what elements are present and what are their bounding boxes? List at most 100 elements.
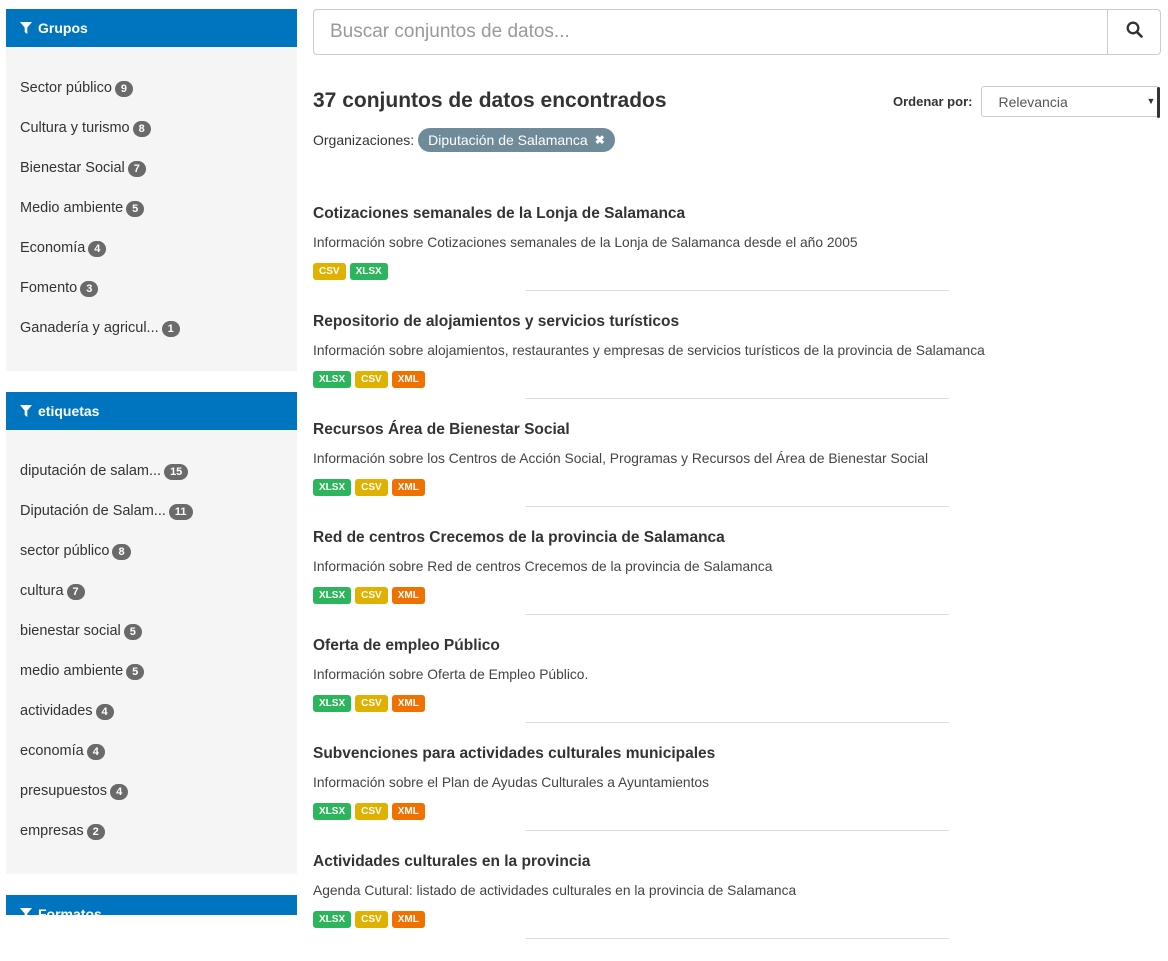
facet-item[interactable]: Economía 4 [20, 228, 297, 268]
dataset-description: Información sobre alojamientos, restaura… [313, 343, 985, 358]
divider [525, 614, 949, 615]
filter-icon [20, 908, 32, 915]
format-labels: XLSX CSV XML [313, 695, 425, 712]
dataset-description: Información sobre Oferta de Empleo Públi… [313, 667, 589, 682]
filter-icon [20, 405, 32, 417]
format-badge[interactable]: XML [391, 695, 425, 712]
format-badge[interactable]: XML [391, 803, 425, 820]
filter-icon [20, 22, 32, 34]
facet-item[interactable]: bienestar social 5 [20, 611, 297, 651]
sort-select[interactable]: Relevancia ▼ [981, 86, 1161, 118]
facet-item[interactable]: sector público 8 [20, 531, 297, 571]
facet-item[interactable]: Diputación de Salam... 11 [20, 491, 297, 531]
dataset-list: Cotizaciones semanales de la Lonja de Sa… [313, 204, 1161, 960]
facet-list: Sector público 9 Cultura y turismo 8 Bienest… [6, 47, 297, 371]
dataset-item: Repositorio de alojamientos y servicios … [313, 312, 1161, 420]
format-badge[interactable]: XLSX [313, 371, 352, 388]
dataset-title-link[interactable]: Recursos Área de Bienestar Social [313, 421, 570, 439]
count-badge: 2 [86, 824, 105, 840]
format-badge[interactable]: CSV [313, 263, 346, 280]
divider [525, 830, 949, 831]
facet-item[interactable]: Cultura y turismo 8 [20, 108, 297, 148]
format-badge[interactable]: XML [391, 911, 425, 928]
result-count: 37 conjuntos de datos encontrados [313, 89, 667, 112]
facet-item[interactable]: Bienestar Social 7 [20, 148, 297, 188]
format-labels: XLSX CSV XML [313, 911, 425, 928]
format-badge[interactable]: XLSX [313, 587, 352, 604]
facet-item-label: medio ambiente [20, 663, 124, 679]
format-badge[interactable]: XLSX [313, 911, 352, 928]
count-badge: 9 [114, 81, 134, 97]
facet-item-label: diputación de salam... [20, 463, 162, 479]
format-labels: XLSX CSV XML [313, 371, 425, 388]
format-badge[interactable]: CSV [355, 479, 388, 496]
dataset-title-link[interactable]: Actividades culturales en la provincia [313, 853, 590, 871]
facet-item[interactable]: Ganadería y agricul... 1 [20, 308, 297, 348]
facet-title: etiquetas [38, 403, 100, 419]
facet-item-label: cultura [20, 583, 64, 599]
format-badge[interactable]: CSV [355, 371, 388, 388]
count-badge: 3 [80, 281, 99, 297]
dataset-item: Subvenciones para actividades culturales… [313, 744, 1161, 852]
facet-header: Grupos [6, 9, 297, 47]
count-badge: 4 [110, 784, 129, 800]
divider [525, 290, 949, 291]
dataset-item: Recursos Área de Bienestar Social Informa… [313, 420, 1161, 528]
facet-title: Formatos [38, 906, 102, 915]
facet-item[interactable]: actividades 4 [20, 691, 297, 731]
format-badge[interactable]: CSV [355, 803, 388, 820]
dataset-title-link[interactable]: Oferta de empleo Público [313, 637, 500, 655]
facet-item[interactable]: Fomento 3 [20, 268, 297, 308]
format-badge[interactable]: XLSX [313, 803, 352, 820]
format-badge[interactable]: XLSX [313, 479, 352, 496]
format-badge[interactable]: CSV [355, 911, 388, 928]
facet-item-label: Bienestar Social [20, 160, 125, 176]
facet-item-label: Economía [20, 240, 86, 256]
facet-item-label: Diputación de Salam... [20, 503, 166, 519]
divider [525, 938, 949, 939]
dataset-title-link[interactable]: Cotizaciones semanales de la Lonja de Sa… [313, 205, 685, 223]
facet-item[interactable]: economía 4 [20, 731, 297, 771]
divider [525, 722, 949, 723]
format-badge[interactable]: CSV [355, 695, 388, 712]
dataset-description: Información sobre el Plan de Ayudas Cult… [313, 775, 710, 790]
facet-item[interactable]: medio ambiente 5 [20, 651, 297, 691]
facet-list: diputación de salam... 15 Diputación de Sa… [6, 430, 297, 874]
dataset-title-link[interactable]: Repositorio de alojamientos y servicios … [313, 313, 679, 331]
count-badge: 5 [123, 624, 142, 640]
close-icon[interactable]: ✖ [595, 133, 605, 147]
format-labels: XLSX CSV XML [313, 479, 425, 496]
facet-etiquetas: etiquetas diputación de salam... 15 Diputa… [6, 392, 297, 874]
search-input[interactable] [313, 9, 1108, 55]
format-labels: XLSX CSV XML [313, 587, 425, 604]
facet-item-label: actividades [20, 703, 93, 719]
facet-item[interactable]: presupuestos 4 [20, 771, 297, 811]
facet-item[interactable]: Sector público 9 [20, 68, 297, 108]
format-badge[interactable]: CSV [355, 587, 388, 604]
facet-item[interactable]: empresas 2 [20, 811, 297, 851]
format-badge[interactable]: XML [391, 371, 425, 388]
dataset-title-link[interactable]: Subvenciones para actividades culturales… [313, 745, 715, 763]
facet-item-label: Sector público [20, 80, 112, 96]
filter-pill-label: Diputación de Salamanca [428, 132, 588, 148]
facet-item[interactable]: diputación de salam... 15 [20, 451, 297, 491]
search-button[interactable] [1107, 9, 1161, 55]
format-labels: XLSX CSV XML [313, 803, 425, 820]
facet-item-label: Cultura y turismo [20, 120, 130, 136]
facet-item[interactable]: cultura 7 [20, 571, 297, 611]
format-badge[interactable]: XML [391, 479, 425, 496]
format-badge[interactable]: XLSX [349, 263, 388, 280]
facet-item-label: empresas [20, 823, 84, 839]
facet-header: Formatos [6, 895, 297, 915]
search-icon [1126, 21, 1143, 43]
facet-item[interactable]: Medio ambiente 5 [20, 188, 297, 228]
divider [525, 506, 949, 507]
count-badge: 7 [127, 161, 146, 177]
dataset-description: Información sobre Red de centros Crecemo… [313, 559, 773, 574]
format-badge[interactable]: XML [391, 587, 425, 604]
sort-control: Ordenar por: Relevancia ▼ [893, 86, 1161, 118]
format-badge[interactable]: XLSX [313, 695, 352, 712]
facet-title: Grupos [38, 20, 88, 36]
facet-formatos: Formatos [6, 895, 297, 915]
dataset-title-link[interactable]: Red de centros Crecemos de la provincia … [313, 529, 725, 547]
